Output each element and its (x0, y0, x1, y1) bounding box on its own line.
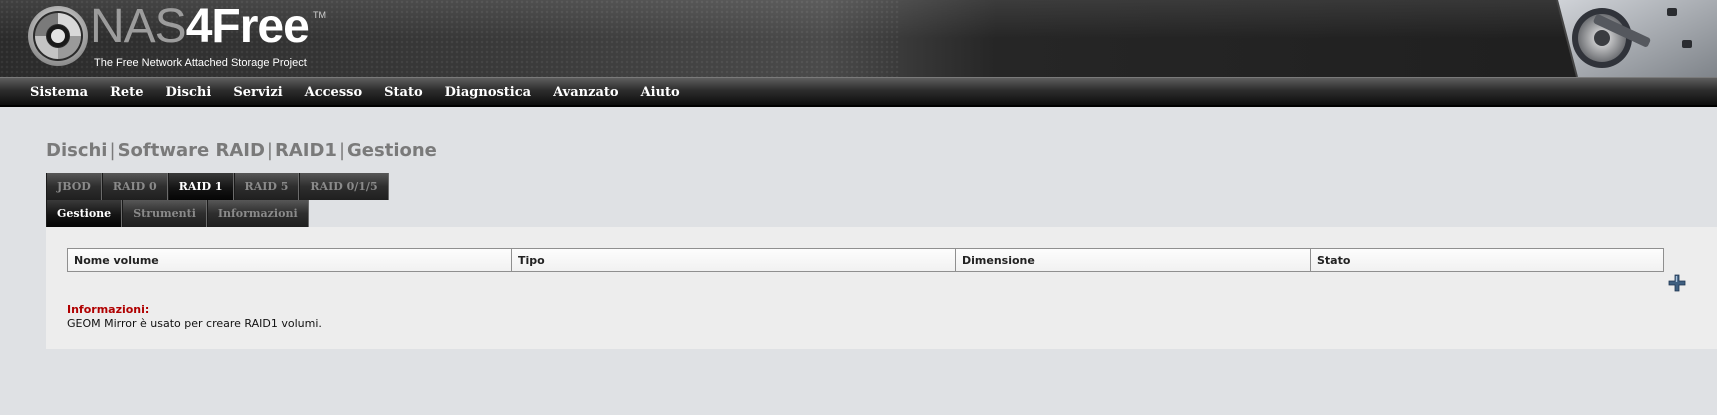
tab-gestione[interactable]: Gestione (46, 200, 123, 227)
breadcrumb-separator: | (266, 140, 273, 161)
tab-raid1[interactable]: RAID 1 (167, 173, 234, 200)
info-heading: Informazioni: (67, 303, 150, 316)
brand-title: NAS4Free (90, 0, 310, 56)
brand-prefix: NAS (90, 0, 187, 53)
content-panel: Nome volume Tipo Dimensione Stato Inform… (46, 227, 1717, 349)
brand-suffix: 4Free (185, 0, 310, 53)
breadcrumb-separator: | (109, 140, 116, 161)
tab-strumenti[interactable]: Strumenti (122, 200, 207, 227)
menu-item-dischi[interactable]: Dischi (165, 85, 211, 100)
trademark-mark: TM (313, 10, 326, 20)
breadcrumb-separator: | (338, 140, 346, 161)
volumes-table-header: Nome volume Tipo Dimensione Stato (67, 248, 1664, 272)
breadcrumb-dischi: Dischi (46, 140, 108, 161)
column-header-stato[interactable]: Stato (1311, 249, 1663, 271)
raid-type-tabs: JBOD RAID 0 RAID 1 RAID 5 RAID 0/1/5 (46, 173, 389, 200)
menu-item-avanzato[interactable]: Avanzato (553, 85, 618, 100)
menu-item-rete[interactable]: Rete (110, 85, 143, 100)
hard-drive-illustration-icon (1556, 0, 1717, 77)
breadcrumb-software-raid: Software RAID (117, 140, 265, 161)
main-menu: Sistema Rete Dischi Servizi Accesso Stat… (0, 78, 1717, 106)
brand-subtitle: The Free Network Attached Storage Projec… (94, 57, 307, 69)
column-header-tipo[interactable]: Tipo (512, 249, 956, 271)
tab-informazioni[interactable]: Informazioni (206, 200, 309, 227)
raid1-subtabs: Gestione Strumenti Informazioni (46, 200, 309, 227)
tab-raid0[interactable]: RAID 0 (101, 173, 168, 200)
menu-item-sistema[interactable]: Sistema (30, 85, 88, 100)
breadcrumb-gestione: Gestione (347, 140, 437, 161)
page-title-breadcrumb: Dischi | Software RAID | RAID1 | Gestione (46, 140, 437, 161)
nas4free-logo-icon (28, 6, 88, 66)
plus-icon[interactable] (1668, 274, 1686, 292)
menu-item-stato[interactable]: Stato (384, 85, 423, 100)
menu-item-aiuto[interactable]: Aiuto (641, 85, 680, 100)
menu-item-servizi[interactable]: Servizi (233, 85, 282, 100)
main-navigation-bar: Sistema Rete Dischi Servizi Accesso Stat… (0, 77, 1717, 107)
menu-item-accesso[interactable]: Accesso (305, 85, 363, 100)
breadcrumb-raid1: RAID1 (274, 140, 337, 161)
tab-jbod[interactable]: JBOD (46, 173, 102, 200)
column-header-dimensione[interactable]: Dimensione (956, 249, 1311, 271)
tab-raid015[interactable]: RAID 0/1/5 (299, 173, 389, 200)
tab-raid5[interactable]: RAID 5 (233, 173, 300, 200)
column-header-nome-volume[interactable]: Nome volume (68, 249, 512, 271)
info-description: GEOM Mirror è usato per creare RAID1 vol… (67, 317, 322, 330)
header-banner: NAS4Free TM The Free Network Attached St… (0, 0, 1717, 77)
menu-item-diagnostica[interactable]: Diagnostica (445, 85, 531, 100)
